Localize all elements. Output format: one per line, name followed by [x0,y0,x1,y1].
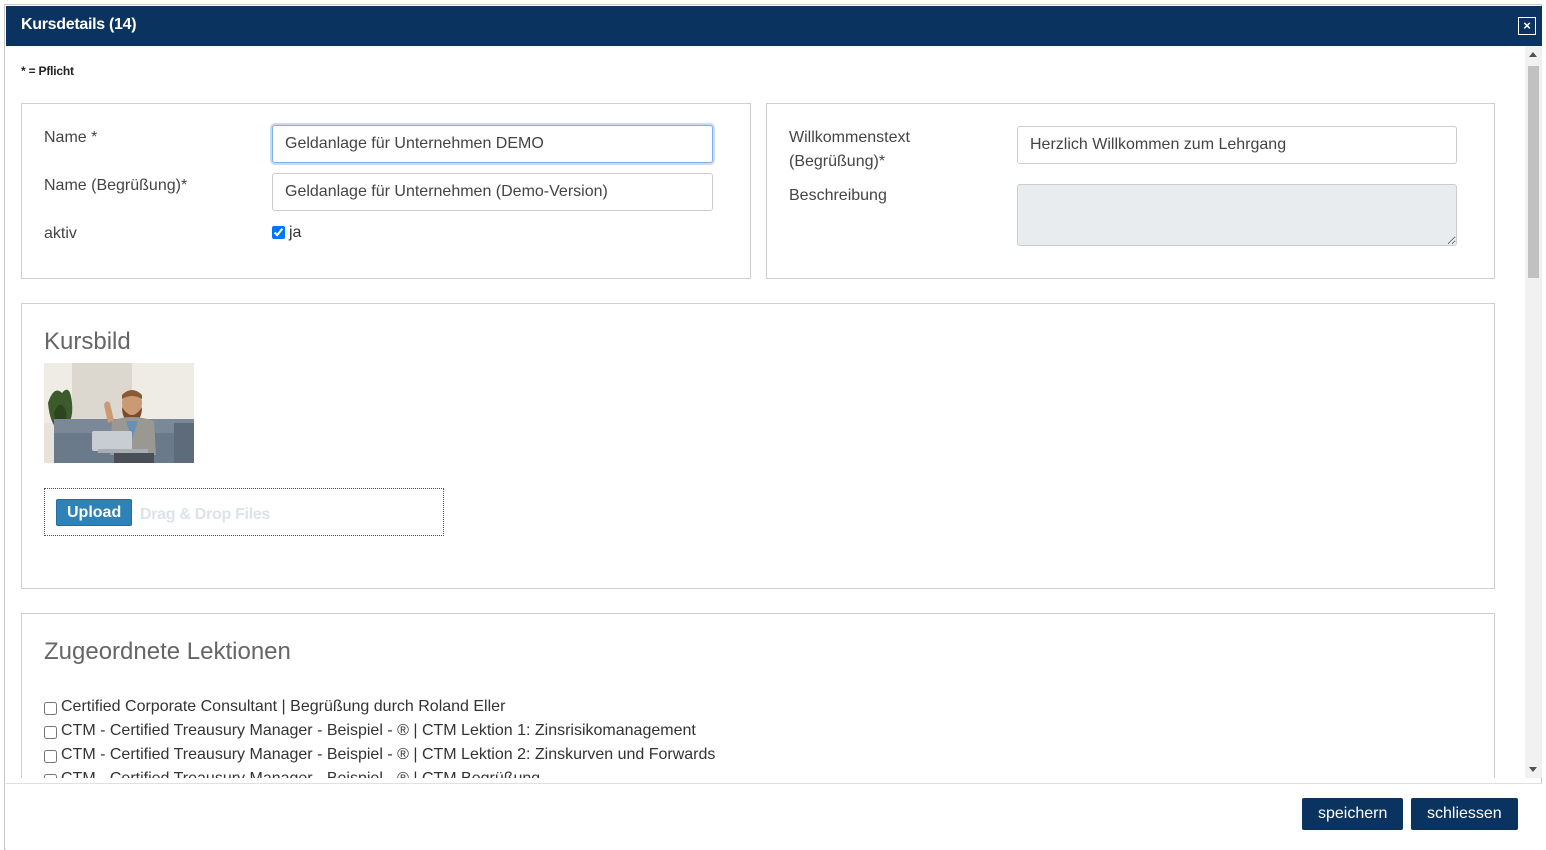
dialog-title: Kursdetails (14) [21,16,137,33]
welcome-label-line1: Willkommenstext [789,129,910,146]
course-image-title: Kursbild [44,328,131,355]
welcome-label-line2: (Begrüßung)* [789,153,886,170]
greeting-name-input[interactable] [272,173,713,211]
content-scrollbar[interactable] [1525,46,1542,778]
close-button[interactable]: schliessen [1411,798,1518,830]
course-photo-icon [44,363,194,463]
active-label: aktiv [44,225,77,242]
required-note: * = Pflicht [21,64,74,78]
basic-info-panel: Name * Name (Begrüßung)* aktiv ja [21,103,751,279]
scroll-down-icon[interactable] [1529,767,1537,772]
file-dropzone[interactable]: Upload Drag & Drop Files [44,488,444,536]
scroll-up-icon[interactable] [1529,52,1537,57]
dialog-content: * = Pflicht Name * Name (Begrüßung)* akt… [6,46,1525,778]
dialog-titlebar: Kursdetails (14) × [6,6,1542,46]
course-image-panel: Kursbild Upload Drag & Drop Files [21,303,1495,589]
lesson-checkbox[interactable] [44,774,57,778]
greeting-name-label: Name (Begrüßung)* [44,177,188,194]
course-image [44,363,194,463]
name-input[interactable] [272,125,713,163]
name-label: Name * [44,129,98,146]
description-label: Beschreibung [789,187,887,204]
close-icon[interactable]: × [1518,17,1536,35]
upload-button[interactable]: Upload [56,499,133,526]
save-button[interactable]: speichern [1302,798,1404,830]
course-details-dialog: Kursdetails (14) × * = Pflicht Name * Na… [4,4,1542,850]
lesson-label: CTM - Certified Treausury Manager - Beis… [61,770,540,778]
lesson-checkbox[interactable] [44,726,57,739]
active-checkbox[interactable] [272,226,285,239]
welcome-panel: Willkommenstext (Begrüßung)* Beschreibun… [766,103,1495,279]
active-option-label: ja [289,224,302,241]
lessons-panel: Zugeordnete Lektionen Certified Corporat… [21,613,1495,778]
lesson-label: Certified Corporate Consultant | Begrüßu… [61,698,506,715]
welcome-input[interactable] [1017,126,1457,164]
lesson-checkbox[interactable] [44,702,57,715]
dialog-footer: speichern schliessen [6,783,1542,850]
lesson-label: CTM - Certified Treausury Manager - Beis… [61,746,716,763]
lesson-label: CTM - Certified Treausury Manager - Beis… [61,722,696,739]
description-textarea[interactable] [1017,184,1457,246]
lessons-title: Zugeordnete Lektionen [44,638,291,665]
dragdrop-hint: Drag & Drop Files [140,506,271,523]
scroll-thumb[interactable] [1528,66,1539,278]
welcome-label: Willkommenstext (Begrüßung)* [789,126,910,174]
lesson-checkbox[interactable] [44,750,57,763]
